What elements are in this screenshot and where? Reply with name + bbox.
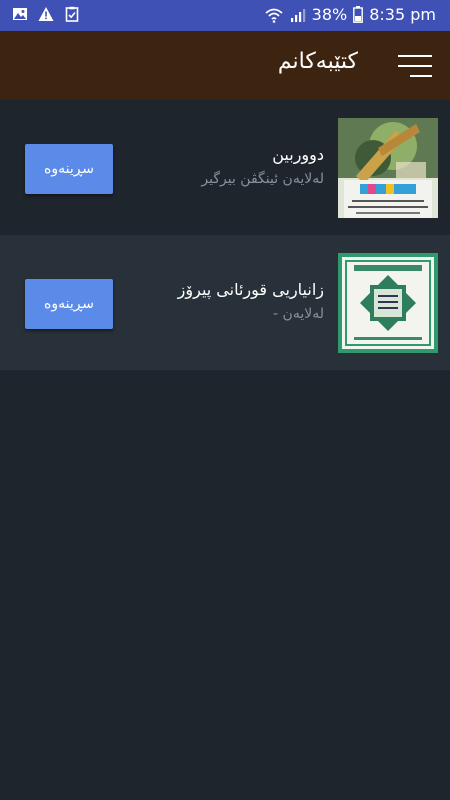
menu-icon-line [398, 65, 432, 67]
warning-icon [38, 7, 54, 21]
menu-icon-line [410, 75, 432, 77]
battery-icon [353, 6, 364, 23]
book-cover-image [338, 118, 438, 218]
status-bar: 38% 8:35 pm [0, 0, 450, 31]
menu-icon[interactable] [398, 53, 432, 79]
image-icon [13, 8, 27, 20]
clipboard-check-icon [65, 6, 79, 22]
system-status: 38% 8:35 pm [264, 5, 436, 24]
book-title: زانیاریی قورئانی پیرۆز [177, 280, 324, 299]
page-title: کتێبەکانم [277, 49, 358, 74]
delete-button[interactable]: سڕینەوە [25, 279, 113, 329]
menu-icon-line [398, 55, 432, 57]
wifi-icon [265, 8, 283, 23]
signal-icon [290, 8, 305, 22]
battery-percent: 38% [311, 5, 348, 24]
book-cover[interactable] [338, 253, 438, 353]
book-author: لەلایەن - [273, 306, 324, 322]
book-author: لەلایەن ئینگڤن بیرگیر [201, 171, 324, 187]
notification-icons [12, 6, 80, 22]
book-title: دووربین [272, 145, 324, 164]
book-row[interactable]: دووربین لەلایەن ئینگڤن بیرگیر سڕینەوە [0, 100, 450, 235]
book-cover[interactable] [338, 118, 438, 218]
book-cover-image [338, 253, 438, 353]
book-row[interactable]: زانیاریی قورئانی پیرۆز لەلایەن - سڕینەوە [0, 235, 450, 370]
clock: 8:35 pm [369, 5, 436, 24]
delete-button[interactable]: سڕینەوە [25, 144, 113, 194]
book-list: دووربین لەلایەن ئینگڤن بیرگیر سڕینەوە زا… [0, 100, 450, 370]
app-toolbar: کتێبەکانم [0, 31, 450, 100]
